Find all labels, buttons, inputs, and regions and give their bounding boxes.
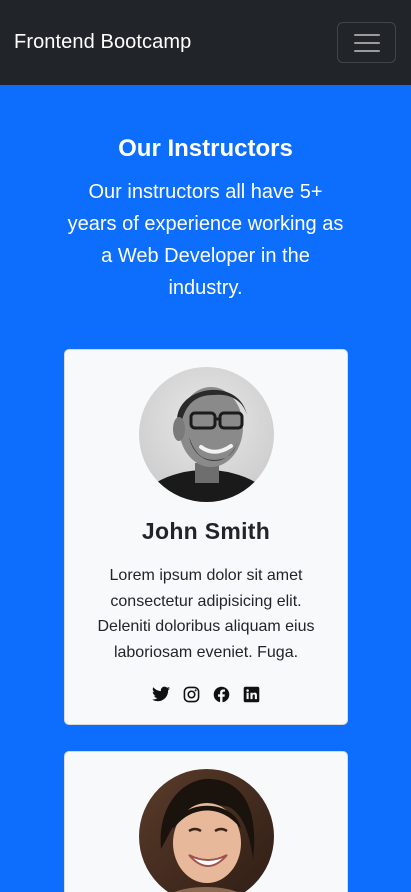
instructors-section: Our Instructors Our instructors all have…: [0, 85, 411, 892]
linkedin-link[interactable]: [242, 685, 260, 703]
instructor-avatar: [139, 367, 274, 502]
twitter-icon: [152, 686, 170, 702]
hamburger-menu-icon: [353, 33, 380, 52]
facebook-link[interactable]: [212, 685, 230, 703]
instructor-card: [64, 751, 348, 892]
instructor-avatar: [139, 769, 274, 892]
instagram-icon: [183, 686, 199, 702]
facebook-icon: [213, 686, 229, 703]
instructor-name: John Smith: [141, 518, 271, 544]
instagram-link[interactable]: [182, 685, 200, 703]
instructor-card: John Smith Lorem ipsum dolor sit amet co…: [64, 349, 348, 725]
navbar-toggle-button[interactable]: [337, 22, 396, 63]
navbar-brand[interactable]: Frontend Bootcamp: [14, 31, 191, 54]
linkedin-icon: [243, 686, 259, 702]
instructor-bio: Lorem ipsum dolor sit amet consectetur a…: [97, 567, 315, 661]
section-heading: Our Instructors: [118, 135, 293, 162]
navbar: Frontend Bootcamp: [0, 0, 411, 85]
social-links: [65, 685, 347, 703]
section-lead: Our instructors all have 5+ years of exp…: [67, 181, 344, 299]
twitter-link[interactable]: [152, 685, 170, 703]
